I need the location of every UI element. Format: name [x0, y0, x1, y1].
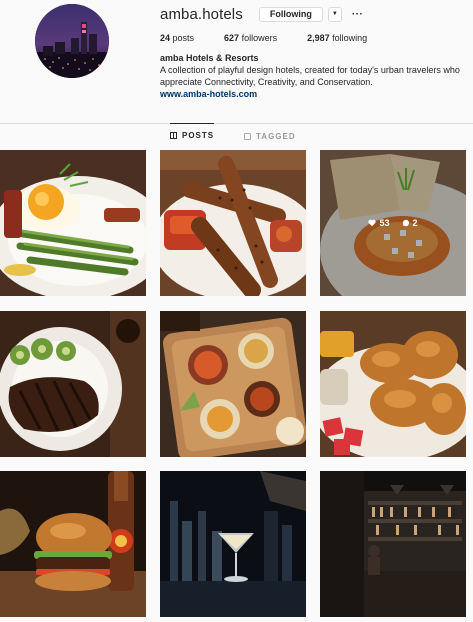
post-thumbnail[interactable]: 53 2 — [320, 150, 466, 296]
hotel-bar-image — [320, 471, 466, 617]
heart-icon — [368, 219, 377, 227]
profile-avatar[interactable] — [35, 4, 109, 78]
grid-icon — [170, 132, 177, 139]
egg-asparagus-plate-image — [0, 150, 146, 296]
following-count: 2,987 — [307, 33, 330, 43]
profile-bio: amba Hotels & Resorts A collection of pl… — [160, 52, 465, 100]
followers-stat[interactable]: 627 followers — [224, 33, 277, 43]
post-thumbnail[interactable] — [320, 471, 466, 617]
posts-stat: 24 posts — [160, 33, 194, 43]
followers-label: followers — [241, 33, 278, 43]
post-thumbnail[interactable] — [0, 471, 146, 617]
tab-posts-label: POSTS — [182, 131, 215, 140]
post-hover-overlay: 53 2 — [320, 150, 466, 296]
sausages-plate-image — [160, 150, 306, 296]
posts-count: 24 — [160, 33, 171, 43]
likes-count: 53 — [379, 218, 390, 228]
post-thumbnail[interactable] — [0, 311, 146, 457]
suggestions-dropdown-button[interactable]: ▼ — [327, 6, 342, 22]
more-options-icon[interactable]: ··· — [352, 9, 364, 20]
tab-tagged-label: TAGGED — [256, 131, 296, 141]
profile-full-name: amba Hotels & Resorts — [160, 53, 259, 63]
city-skyline-avatar-image — [35, 4, 109, 78]
comment-icon — [402, 219, 409, 227]
post-thumbnail[interactable] — [160, 471, 306, 617]
tab-tagged[interactable]: TAGGED — [244, 124, 296, 148]
post-thumbnail[interactable] — [0, 150, 146, 296]
tab-posts[interactable]: POSTS — [170, 123, 215, 147]
post-thumbnail[interactable] — [160, 311, 306, 457]
profile-title-row: amba.hotels Following ▼ ··· — [160, 4, 363, 24]
profile-website-link[interactable]: www.amba-hotels.com — [160, 88, 465, 100]
fried-chicken-image — [320, 311, 466, 457]
tagged-icon — [244, 132, 251, 140]
profile-stats: 24 posts 627 followers 2,987 following — [160, 33, 397, 43]
post-thumbnail[interactable] — [320, 311, 466, 457]
following-stat[interactable]: 2,987 following — [307, 33, 367, 43]
appetizer-board-image — [160, 311, 306, 457]
following-label: following — [332, 33, 368, 43]
posts-label: posts — [172, 33, 195, 43]
following-button[interactable]: Following — [258, 6, 323, 22]
burger-image — [0, 471, 146, 617]
cocktail-bar-image — [160, 471, 306, 617]
profile-username: amba.hotels — [160, 5, 243, 23]
tabs-divider — [0, 123, 473, 124]
steak-plate-image — [0, 311, 146, 457]
likes-stat: 53 — [368, 218, 390, 228]
chevron-down-icon: ▼ — [331, 11, 338, 17]
followers-count: 627 — [224, 33, 240, 43]
post-thumbnail[interactable] — [160, 150, 306, 296]
comments-stat: 2 — [402, 218, 418, 228]
profile-bio-text: A collection of playful design hotels, c… — [160, 65, 460, 87]
comments-count: 2 — [412, 218, 418, 228]
